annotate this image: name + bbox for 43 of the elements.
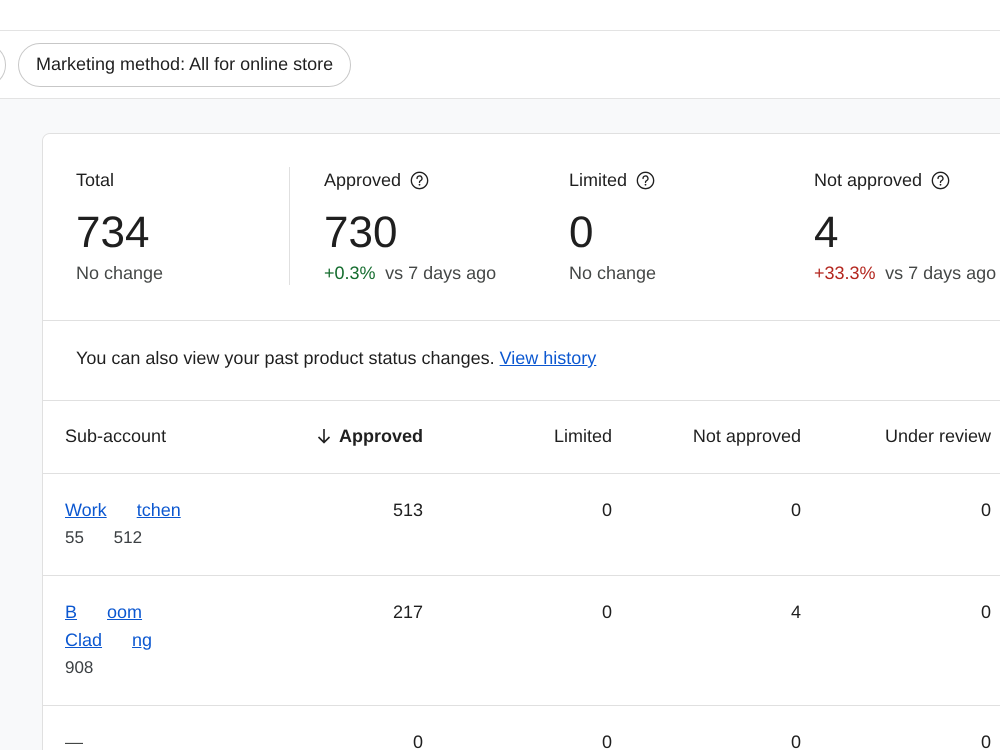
table-cell: 0 (980, 501, 991, 519)
stat-label: Total (76, 170, 114, 190)
view-history-link[interactable]: View history (500, 348, 596, 368)
column-header[interactable]: Not approved (692, 424, 801, 448)
sort-down-arrow-icon (316, 428, 331, 444)
sub-account-link[interactable]: Work tchen (65, 496, 181, 524)
change-percent: +0.3% (324, 263, 376, 283)
table-cell: 0 (980, 733, 991, 750)
table-cell: 0 (412, 733, 423, 750)
column-header[interactable]: Sub-account (65, 424, 166, 448)
help-icon[interactable] (931, 170, 950, 190)
table-cell: 0 (790, 733, 801, 750)
column-header[interactable]: Approved (316, 424, 423, 448)
filter-chip[interactable]: Marketing method: All for online store (18, 42, 352, 86)
account-id: 55 512 (65, 528, 142, 547)
help-icon[interactable] (636, 170, 656, 190)
table-cell: 513 (392, 501, 423, 519)
table-cell: 0 (602, 603, 612, 621)
stat-value: 734 (76, 207, 150, 259)
account-id: 908 (65, 658, 94, 677)
column-header[interactable]: Under review (884, 424, 991, 448)
column-header[interactable]: Limited (554, 424, 612, 448)
table-cell: 4 (790, 603, 801, 621)
sub-account-name: — (65, 733, 83, 750)
change-note: vs 7 days ago (885, 263, 996, 283)
sub-account-link[interactable]: B oom Clad ng (65, 598, 195, 654)
change-percent: +33.3% (814, 263, 876, 283)
table-cell: 0 (980, 603, 991, 621)
stat-value: 4 (814, 207, 840, 259)
table-cell: 0 (790, 501, 801, 519)
change-note: No change (569, 263, 656, 283)
change-note: vs 7 days ago (385, 263, 496, 283)
stat-label: Limited (569, 170, 628, 190)
table-cell: 0 (602, 733, 612, 750)
stat-value: 0 (569, 207, 594, 259)
stat-label: Approved (324, 170, 402, 190)
stat-value: 730 (324, 207, 398, 259)
stat-label: Not approved (814, 170, 922, 190)
history-note: You can also view your past product status changes. View history (43, 321, 1000, 401)
table-cell: 0 (602, 501, 612, 519)
table-cell: 217 (392, 603, 423, 621)
change-note: No change (76, 263, 164, 283)
help-icon[interactable] (410, 170, 430, 190)
